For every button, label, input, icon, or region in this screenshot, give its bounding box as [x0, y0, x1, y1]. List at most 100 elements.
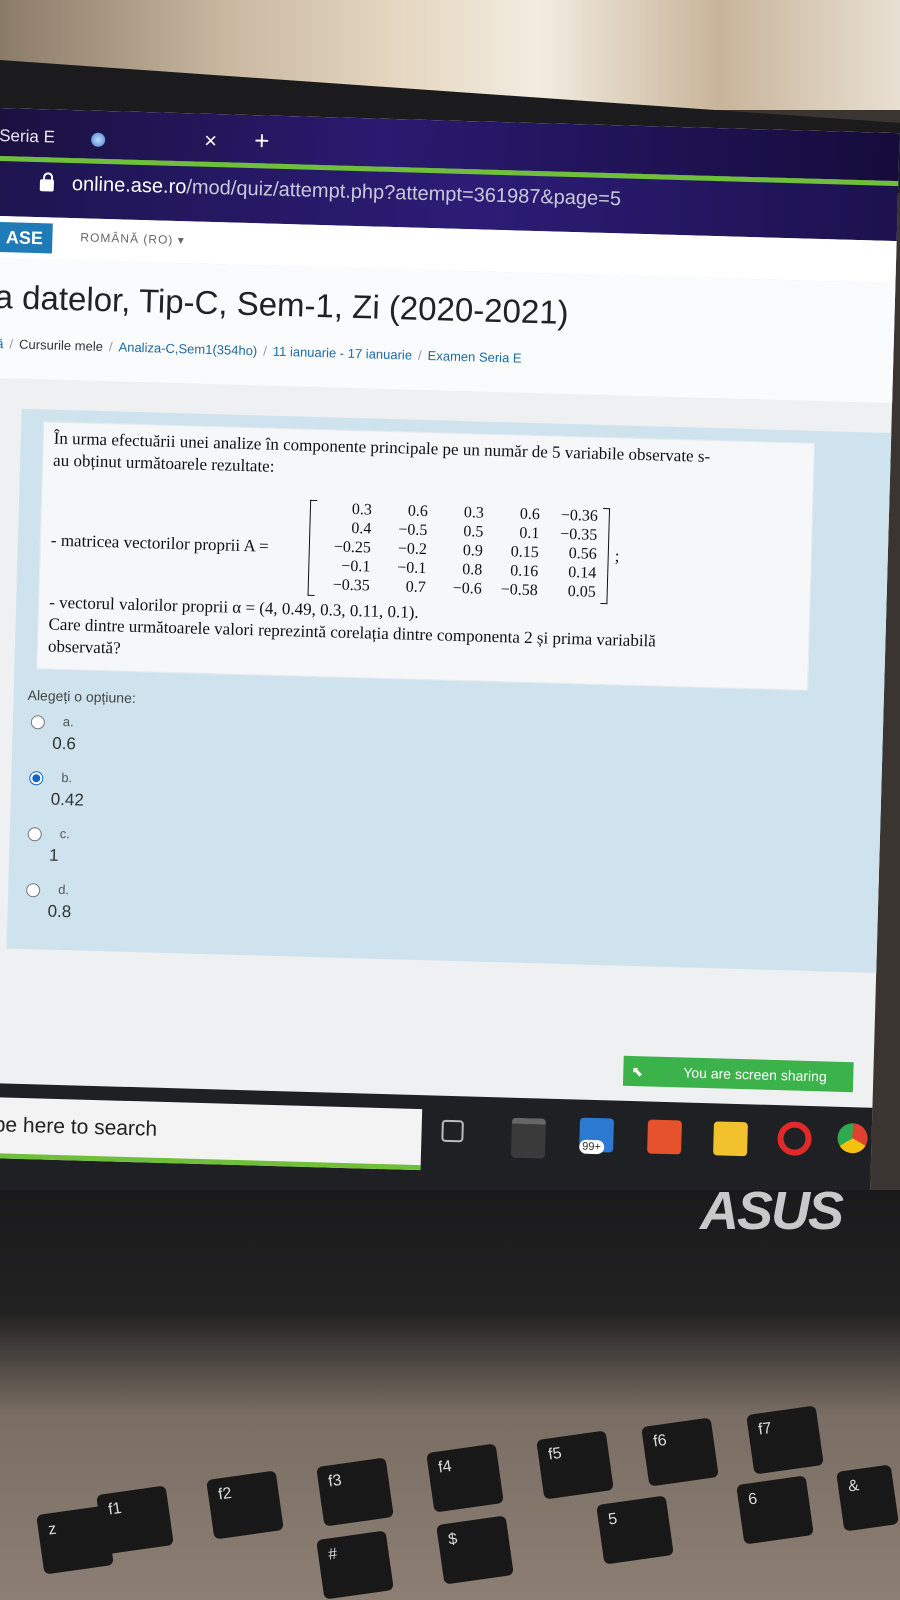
option-value: 0.6	[52, 733, 77, 754]
key-label: f7	[757, 1419, 773, 1439]
question-text: În urma efectuării unei analize în compo…	[36, 421, 815, 691]
sharing-arrow-icon: ⬉	[631, 1063, 644, 1080]
breadcrumb-item-courses[interactable]: Cursurile mele	[19, 337, 103, 354]
search-placeholder: Type here to search	[0, 1112, 158, 1141]
breadcrumb: lă / Cursurile mele / Analiza-C,Sem1(354ho) /…	[0, 336, 522, 366]
taskbar-search-box[interactable]: Type here to search	[0, 1096, 423, 1171]
option-letter: c.	[59, 825, 71, 842]
matrix-cell: −0.36	[560, 506, 599, 525]
key-label: f1	[107, 1499, 123, 1519]
browser-tab[interactable]: Seria E ×	[0, 116, 230, 162]
key-f4: f4	[426, 1443, 504, 1513]
mail-badge: 99+	[579, 1139, 605, 1155]
option-value: 0.42	[50, 789, 85, 810]
key-f2: f2	[206, 1470, 284, 1540]
mail-icon[interactable]: 99+	[579, 1117, 615, 1155]
matrix-cell: −0.58	[500, 581, 538, 600]
option-letter: b.	[61, 769, 73, 786]
key-label: f4	[437, 1457, 453, 1477]
breadcrumb-item-week[interactable]: 11 ianuarie - 17 ianuarie	[273, 344, 413, 363]
ase-logo[interactable]: ASE	[0, 221, 53, 254]
brand-logo: ASUS	[700, 1181, 844, 1241]
key-label: f3	[327, 1471, 343, 1491]
tab-favicon-icon	[90, 132, 106, 147]
matrix-cell: 0.3	[351, 500, 373, 519]
key-label: #	[327, 1545, 339, 1564]
key-label: z	[47, 1520, 58, 1539]
matrix-cell: 0.5	[463, 523, 484, 541]
chrome-icon[interactable]	[837, 1122, 868, 1154]
matrix-cell: 0.9	[462, 542, 484, 560]
url-field[interactable]: online.ase.ro/mod/quiz/attempt.php?attem…	[72, 173, 622, 211]
question-ask-line-2: observată?	[47, 636, 121, 658]
matrix-cell: 0.6	[407, 502, 429, 521]
matrix-cell: 0.15	[510, 543, 540, 562]
key-label: &	[847, 1477, 861, 1496]
option-letter: d.	[57, 881, 70, 898]
matrix-cell: −0.6	[452, 579, 482, 598]
question-intro-line-2: au obținut următoarele rezultate:	[52, 450, 275, 476]
key-label: f6	[652, 1431, 668, 1451]
lock-icon	[39, 179, 55, 192]
option-c[interactable]: c. 1	[27, 825, 228, 881]
key-label: $	[447, 1530, 459, 1549]
options-label: Alegeți o opțiune:	[27, 687, 137, 707]
key-5: 5	[596, 1495, 674, 1565]
key-f3: f3	[316, 1457, 394, 1527]
matrix-cell: 0.4	[351, 519, 372, 538]
key-f5: f5	[536, 1430, 614, 1500]
matrix-bracket-right	[600, 507, 611, 605]
matrix-cell: −0.5	[398, 521, 428, 540]
option-d[interactable]: d. 0.8	[25, 881, 226, 937]
url-path: /mod/quiz/attempt.php?attempt=361987&pag…	[186, 176, 622, 211]
file-explorer-icon[interactable]	[713, 1121, 748, 1157]
eigenvector-matrix: 0.3 0.6 0.3 0.6 −0.36 0.4 −0.5 0.5 0.1 −…	[307, 499, 611, 605]
matrix-cell: 0.1	[519, 524, 540, 543]
radio-button[interactable]	[25, 883, 41, 898]
key-ampersand: &	[836, 1464, 899, 1532]
breadcrumb-item-course[interactable]: Analiza-C,Sem1(354ho)	[118, 339, 257, 358]
matrix-suffix: ;	[614, 546, 620, 566]
key-hash: #	[316, 1530, 394, 1600]
matrix-label: - matricea vectorilor proprii A =	[50, 530, 269, 556]
store-icon[interactable]	[510, 1117, 546, 1159]
matrix-cell: 0.7	[405, 578, 427, 597]
page-header: a datelor, Tip-C, Sem-1, Zi (2020-2021) …	[0, 257, 900, 405]
laptop-screen: Seria E × + online.ase.ro/mod/quiz/attem…	[0, 108, 900, 1218]
key-label: f2	[217, 1484, 233, 1504]
matrix-cell: 0.8	[462, 561, 483, 579]
breadcrumb-item-home[interactable]: lă	[0, 336, 4, 351]
screen-sharing-banner[interactable]: ⬉ You are screen sharing	[622, 1055, 854, 1093]
matrix-cell: −0.25	[333, 538, 372, 557]
breadcrumb-separator: /	[108, 339, 113, 355]
option-a[interactable]: a. 0.6	[30, 713, 231, 769]
close-tab-icon[interactable]: ×	[204, 128, 218, 154]
option-letter: a.	[62, 713, 74, 730]
breadcrumb-separator: /	[263, 343, 268, 359]
matrix-cell: 0.05	[567, 583, 596, 601]
office-icon[interactable]	[647, 1119, 682, 1155]
radio-button[interactable]	[27, 827, 42, 842]
breadcrumb-item-quiz[interactable]: Examen Seria E	[427, 348, 521, 366]
page-title: a datelor, Tip-C, Sem-1, Zi (2020-2021)	[0, 277, 570, 331]
language-selector[interactable]: ROMÂNĂ (RO) ▾	[80, 230, 185, 247]
option-b[interactable]: b. 0.42	[28, 769, 229, 825]
laptop-body: ASUS z f1 f2 f3 f4 f5 f6 f7 # $ 5 6 &	[0, 1181, 900, 1600]
task-view-icon[interactable]	[441, 1119, 464, 1143]
breadcrumb-separator: /	[417, 347, 422, 363]
matrix-cell: 0.3	[463, 504, 485, 522]
tab-title: Seria E	[0, 125, 56, 147]
option-value: 0.8	[47, 901, 72, 922]
matrix-cell: 0.56	[568, 545, 598, 563]
key-f1: f1	[96, 1485, 174, 1555]
radio-button-selected[interactable]	[29, 771, 44, 786]
matrix-cell: −0.2	[397, 540, 428, 559]
new-tab-button[interactable]: +	[254, 125, 270, 156]
radio-button[interactable]	[30, 715, 46, 730]
key-label: 5	[607, 1510, 619, 1529]
matrix-cell: −0.35	[332, 576, 371, 595]
matrix-cell: −0.1	[341, 557, 371, 576]
opera-icon[interactable]	[777, 1121, 813, 1157]
matrix-cell: 0.16	[510, 562, 539, 581]
url-host: online.ase.ro	[71, 173, 187, 199]
